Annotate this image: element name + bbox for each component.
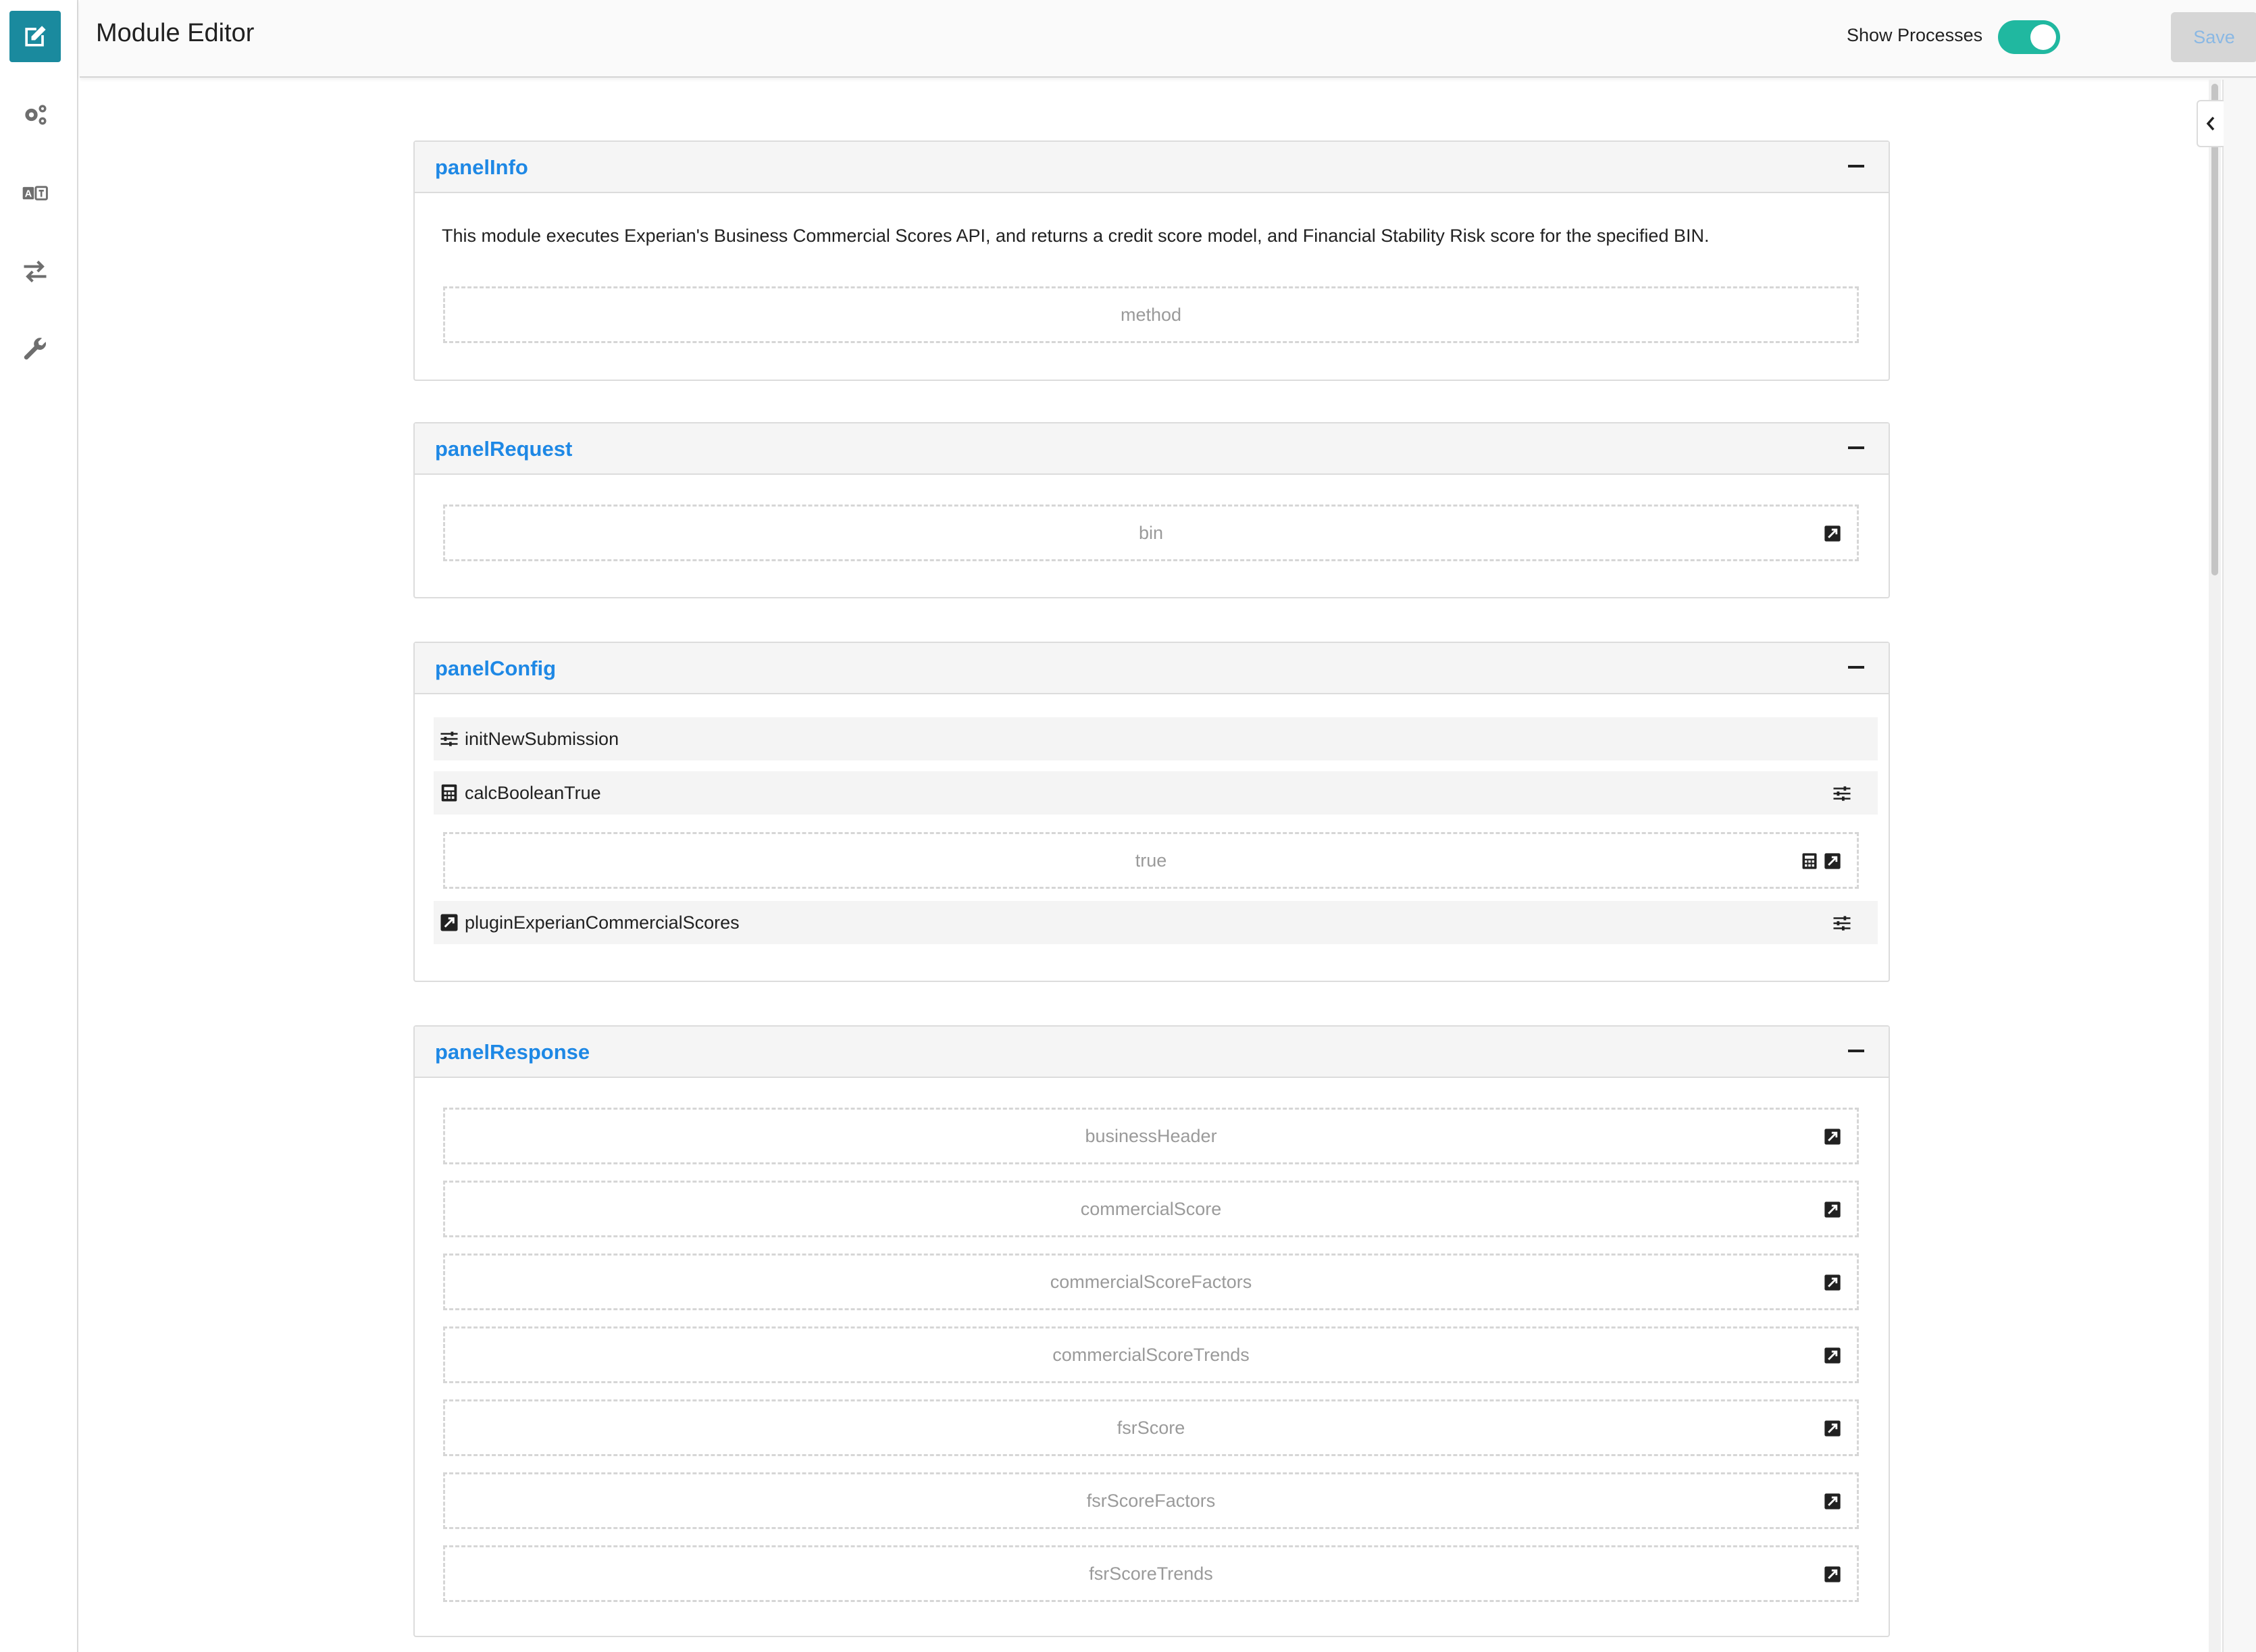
- sidebar-item-editor[interactable]: [9, 11, 61, 62]
- panel-response: panelResponse businessHeader commercialS…: [413, 1025, 1890, 1637]
- panel-request: panelRequest bin: [413, 422, 1890, 598]
- sidebar-item-translations[interactable]: A: [9, 167, 61, 219]
- show-processes-toggle[interactable]: [1998, 20, 2060, 54]
- plugin-icon[interactable]: [1823, 852, 1842, 871]
- plugin-icon[interactable]: [1823, 1565, 1842, 1584]
- panel-header[interactable]: panelResponse: [415, 1027, 1889, 1078]
- expand-drawer-button[interactable]: [2197, 100, 2224, 147]
- panel-header[interactable]: panelInfo: [415, 142, 1889, 193]
- panel-header[interactable]: panelRequest: [415, 423, 1889, 475]
- chevron-left-icon: [2206, 116, 2215, 131]
- collapse-icon[interactable]: [1848, 446, 1864, 449]
- plugin-icon[interactable]: [1823, 524, 1842, 543]
- process-label: calcBooleanTrue: [465, 782, 601, 803]
- plugin-icon[interactable]: [1823, 1273, 1842, 1292]
- field-label: fsrScoreTrends: [1089, 1563, 1213, 1584]
- process-calc-boolean-true[interactable]: calcBooleanTrue: [434, 771, 1878, 815]
- field-business-header[interactable]: businessHeader: [443, 1108, 1859, 1164]
- left-sidebar: A: [0, 0, 78, 1652]
- plugin-icon[interactable]: [1823, 1200, 1842, 1219]
- panel-config: panelConfig initNewSubmission calcBoolea…: [413, 642, 1890, 982]
- plugin-icon[interactable]: [1823, 1127, 1842, 1146]
- field-label: true: [1135, 850, 1167, 871]
- field-fsr-score-trends[interactable]: fsrScoreTrends: [443, 1545, 1859, 1602]
- panel-info: panelInfo This module executes Experian'…: [413, 140, 1890, 381]
- panel-title: panelRequest: [435, 437, 573, 461]
- sidebar-item-mappings[interactable]: [9, 246, 61, 297]
- process-plugin-experian-commercial-scores[interactable]: pluginExperianCommercialScores: [434, 901, 1878, 944]
- process-settings-icon[interactable]: [1832, 783, 1852, 804]
- plugin-icon[interactable]: [1823, 1346, 1842, 1365]
- panel-header[interactable]: panelConfig: [415, 643, 1889, 694]
- translate-icon: A: [22, 186, 48, 201]
- field-label: fsrScoreFactors: [1086, 1490, 1216, 1511]
- process-init-new-submission[interactable]: initNewSubmission: [434, 717, 1878, 760]
- collapse-icon[interactable]: [1848, 165, 1864, 167]
- field-label: commercialScoreTrends: [1052, 1344, 1250, 1365]
- show-processes-label: Show Processes: [1847, 25, 1983, 45]
- plugin-icon[interactable]: [1823, 1492, 1842, 1511]
- field-true[interactable]: true: [443, 832, 1859, 889]
- sidebar-item-tools[interactable]: [9, 324, 61, 376]
- field-label: fsrScore: [1117, 1417, 1185, 1438]
- transfer-icon: [24, 260, 47, 283]
- page-title: Module Editor: [96, 19, 255, 47]
- calculator-icon[interactable]: [1800, 852, 1819, 871]
- process-label: initNewSubmission: [465, 728, 619, 749]
- field-label: method: [1120, 304, 1182, 325]
- field-label: commercialScoreFactors: [1050, 1271, 1252, 1292]
- collapse-icon[interactable]: [1848, 666, 1864, 669]
- field-label: commercialScore: [1080, 1198, 1222, 1219]
- save-button[interactable]: Save: [2171, 12, 2256, 62]
- edit-icon: [25, 26, 46, 47]
- scrollbar-thumb[interactable]: [2211, 84, 2218, 575]
- field-label: bin: [1138, 522, 1164, 543]
- field-commercial-score[interactable]: commercialScore: [443, 1181, 1859, 1237]
- sliders-icon: [440, 731, 458, 746]
- calculator-icon: [441, 784, 457, 802]
- field-commercial-score-trends[interactable]: commercialScoreTrends: [443, 1326, 1859, 1383]
- sidebar-item-settings[interactable]: [9, 89, 61, 140]
- properties-drawer-edge: [2222, 80, 2256, 1652]
- field-fsr-score[interactable]: fsrScore: [443, 1399, 1859, 1456]
- process-settings-icon[interactable]: [1832, 913, 1852, 933]
- toggle-knob: [2030, 24, 2056, 50]
- field-bin[interactable]: bin: [443, 505, 1859, 561]
- plugin-icon: [440, 914, 458, 931]
- gears-icon: [25, 105, 47, 125]
- panel-title: panelResponse: [435, 1040, 590, 1064]
- process-label: pluginExperianCommercialScores: [465, 912, 740, 933]
- module-description: This module executes Experian's Business…: [442, 226, 1710, 246]
- field-fsr-score-factors[interactable]: fsrScoreFactors: [443, 1472, 1859, 1529]
- svg-text:A: A: [25, 189, 32, 200]
- field-method[interactable]: method: [443, 286, 1859, 343]
- field-label: businessHeader: [1085, 1125, 1217, 1146]
- wrench-icon: [24, 338, 46, 360]
- top-bar: Module Editor Show Processes Save: [80, 0, 2256, 78]
- panel-title: panelConfig: [435, 656, 557, 680]
- collapse-icon[interactable]: [1848, 1050, 1864, 1052]
- panel-title: panelInfo: [435, 155, 528, 179]
- plugin-icon[interactable]: [1823, 1419, 1842, 1438]
- field-commercial-score-factors[interactable]: commercialScoreFactors: [443, 1254, 1859, 1310]
